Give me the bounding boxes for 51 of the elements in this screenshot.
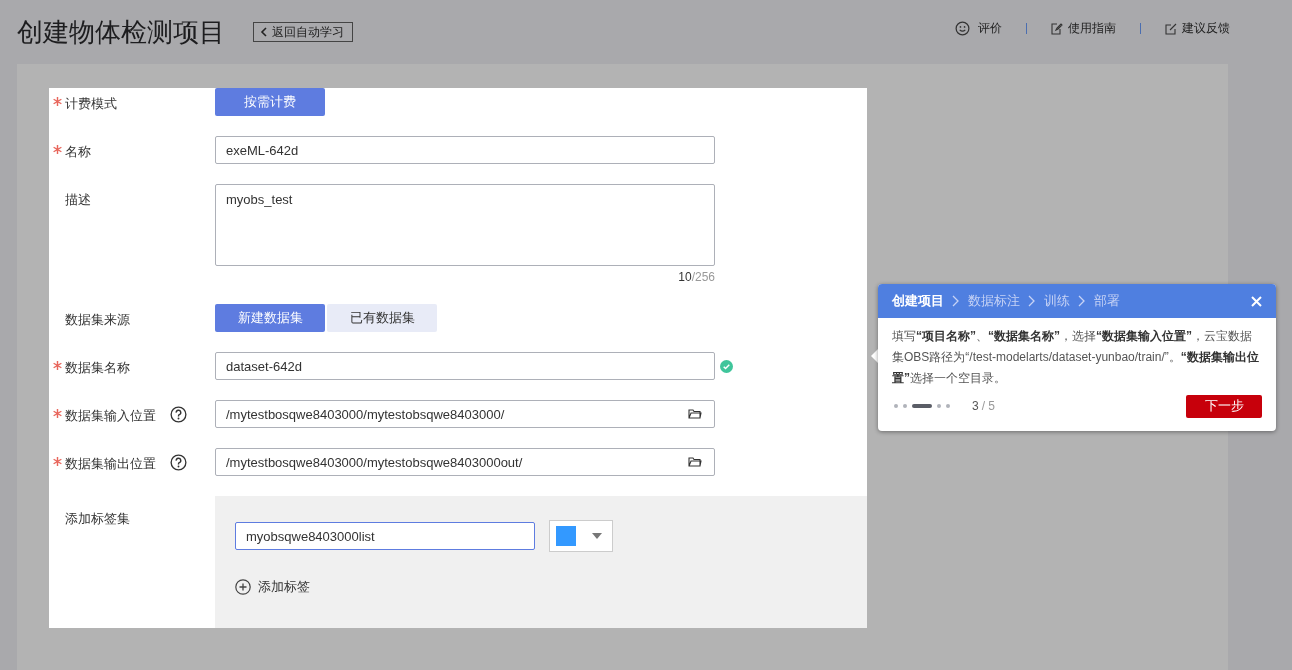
chevron-left-icon	[260, 27, 268, 37]
help-icon[interactable]	[170, 454, 187, 471]
plus-circle-icon	[235, 579, 251, 595]
field-label: 数据集输出位置	[65, 455, 156, 473]
path-field[interactable]: /mytestbosqwe8403000/mytestobsqwe8403000/	[215, 400, 715, 428]
header-link[interactable]: 建议反馈	[1165, 20, 1230, 37]
add-label-link[interactable]: 添加标签	[235, 578, 310, 596]
char-counter: 10/256	[677, 270, 715, 284]
chevron-right-icon	[952, 295, 960, 307]
smiley-icon	[955, 21, 970, 36]
step-label: 训练	[1044, 292, 1070, 310]
chevron-right-icon	[1078, 295, 1086, 307]
edit-icon	[1051, 22, 1063, 35]
help-icon[interactable]	[170, 406, 187, 423]
next-button[interactable]: 下一步	[1186, 394, 1262, 418]
option-button[interactable]: 已有数据集	[327, 304, 437, 332]
option-button[interactable]: 新建数据集	[215, 304, 325, 332]
field-label: 计费模式	[65, 95, 117, 113]
step-label: 部署	[1094, 292, 1120, 310]
guide-text: 填写“项目名称”、“数据集名称”，选择“数据集输入位置”，云宝数据集OBS路径为“/test-modelarts/dataset-yunbao/train/”。“数据集输出位置”选择一个空目录。	[891, 328, 1260, 387]
step-label: 创建项目	[892, 292, 944, 310]
chevron-right-icon	[1028, 295, 1036, 307]
text-field[interactable]: exeML-642d	[215, 136, 715, 164]
field-label: 描述	[65, 191, 91, 209]
step-label: 数据标注	[968, 292, 1020, 310]
field-label: 数据集来源	[65, 311, 130, 329]
folder-icon[interactable]	[688, 456, 702, 468]
text-field[interactable]: dataset-642d	[215, 352, 715, 380]
header-link[interactable]: 使用指南	[1051, 20, 1116, 37]
close-icon[interactable]	[1251, 295, 1262, 307]
option-button[interactable]: 按需计费	[215, 88, 325, 116]
field-label: 数据集名称	[65, 359, 130, 377]
folder-icon[interactable]	[688, 408, 702, 420]
header-link[interactable]: 评价	[955, 20, 1002, 37]
caret-icon	[592, 533, 602, 539]
color-select[interactable]	[549, 520, 613, 552]
page-dot[interactable]	[937, 404, 941, 408]
field-label: 添加标签集	[65, 510, 130, 528]
edit-icon	[1165, 22, 1177, 35]
page-title: 创建物体检测项目	[17, 15, 225, 49]
page-dot[interactable]	[946, 404, 950, 408]
label-name-field[interactable]: myobsqwe8403000list	[235, 522, 535, 550]
page-dot[interactable]	[903, 404, 907, 408]
path-field[interactable]: /mytestbosqwe8403000/mytestobsqwe8403000out/	[215, 448, 715, 476]
field-label: 名称	[65, 143, 91, 161]
page-current: 3	[972, 399, 979, 413]
back-button[interactable]: 返回自动学习	[253, 22, 353, 42]
description-field[interactable]: myobs_test	[215, 184, 715, 266]
page-total: / 5	[981, 399, 996, 413]
page-dot[interactable]	[894, 404, 898, 408]
field-label: 数据集输入位置	[65, 407, 156, 425]
